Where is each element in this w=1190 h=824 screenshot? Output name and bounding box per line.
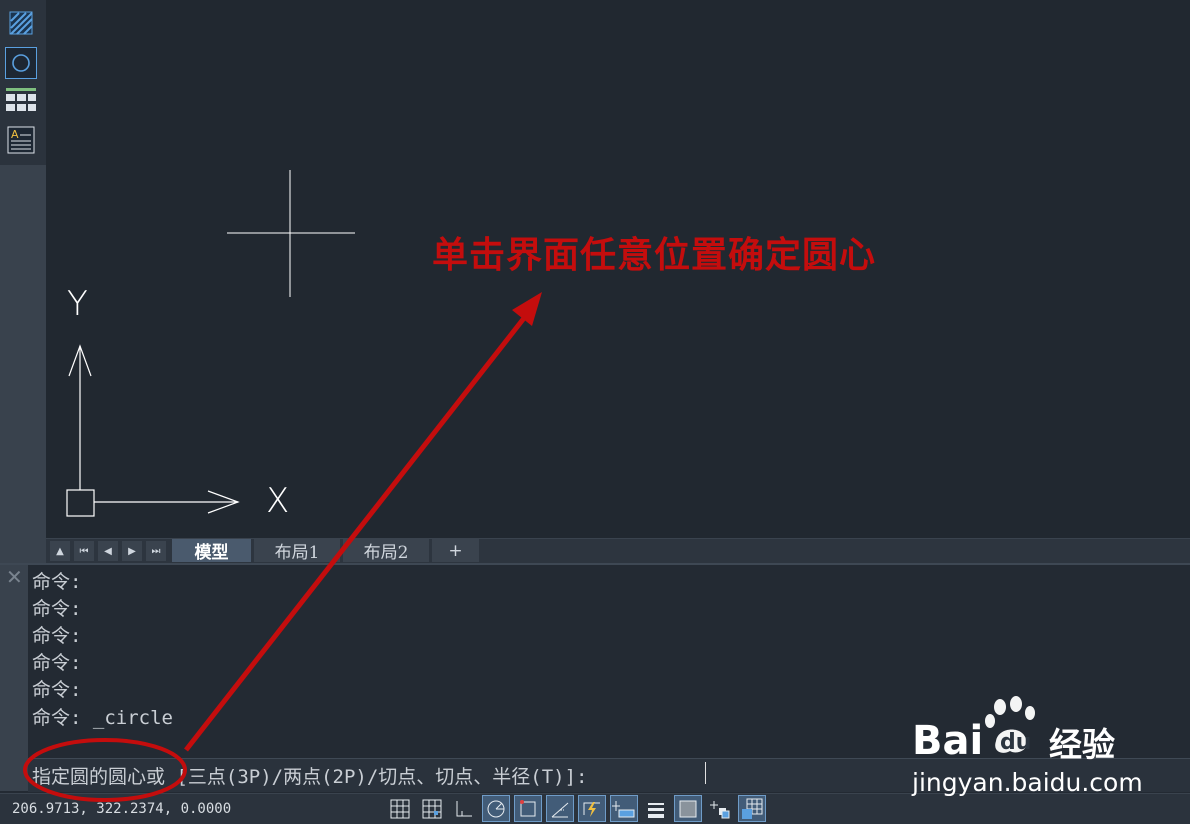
left-toolbar: A (0, 0, 47, 563)
table-icon[interactable] (6, 86, 36, 116)
cursor-crosshair (227, 170, 355, 297)
command-line-grip[interactable] (0, 565, 28, 791)
text-caret (705, 762, 706, 784)
history-line: 命令: (32, 625, 82, 647)
svg-text:A: A (11, 128, 19, 141)
layout-tabs-bar: ▲ ⏮ ◀ ▶ ⏭ 模型 布局1 布局2 + (46, 538, 1190, 563)
circle-icon[interactable] (5, 47, 37, 79)
history-line: 命令: (32, 679, 82, 701)
tabs-next-button[interactable]: ▶ (122, 541, 142, 561)
history-line: 命令: (32, 598, 82, 620)
watermark-brand-right: du (1000, 730, 1032, 755)
close-icon[interactable]: ✕ (6, 567, 24, 587)
lineweight-icon[interactable] (643, 796, 669, 821)
grid-display-icon[interactable] (387, 796, 413, 821)
coordinate-readout: 206.9713, 322.2374, 0.0000 (12, 801, 232, 817)
ucs-y-label: Y (67, 284, 88, 324)
selection-cycling-icon[interactable] (707, 796, 733, 821)
tab-layout2[interactable]: 布局2 (343, 539, 429, 563)
ucs-icon (66, 344, 240, 517)
object-snap-tracking-icon[interactable] (546, 795, 574, 822)
watermark-brand-left: Bai (912, 718, 984, 764)
annotation-monitor-icon[interactable] (738, 795, 766, 822)
command-prompt: 指定圆的圆心或 [三点(3P)/两点(2P)/切点、切点、半径(T)]: (32, 766, 588, 788)
snap-mode-icon[interactable] (419, 796, 445, 821)
tabs-prev-button[interactable]: ◀ (98, 541, 118, 561)
transparency-icon[interactable] (674, 795, 702, 822)
tab-model[interactable]: 模型 (172, 539, 251, 563)
watermark-product: 经验 (1049, 725, 1115, 764)
annotation-label: 单击界面任意位置确定圆心 (432, 234, 877, 276)
add-layout-tab-button[interactable]: + (432, 539, 479, 562)
toolbar-empty-area (0, 165, 46, 563)
multiline-text-icon[interactable]: A (6, 125, 36, 155)
tabs-last-button[interactable]: ⏭ (146, 541, 166, 561)
tabs-scroll-up-button[interactable]: ▲ (50, 541, 70, 561)
history-line: 命令: (32, 571, 82, 593)
history-line: 命令: _circle (32, 707, 173, 729)
dynamic-input-icon[interactable] (610, 795, 638, 822)
ucs-x-label: X (266, 481, 290, 521)
object-snap-icon[interactable] (514, 795, 542, 822)
tab-layout1[interactable]: 布局1 (254, 539, 340, 563)
tabs-first-button[interactable]: ⏮ (74, 541, 94, 561)
polar-tracking-icon[interactable] (482, 795, 510, 822)
ortho-mode-icon[interactable] (451, 796, 477, 821)
watermark-url: jingyan.baidu.com (912, 768, 1143, 797)
history-line: 命令: (32, 652, 82, 674)
hatch-icon[interactable] (6, 8, 36, 38)
dynamic-ucs-icon[interactable] (578, 795, 606, 822)
